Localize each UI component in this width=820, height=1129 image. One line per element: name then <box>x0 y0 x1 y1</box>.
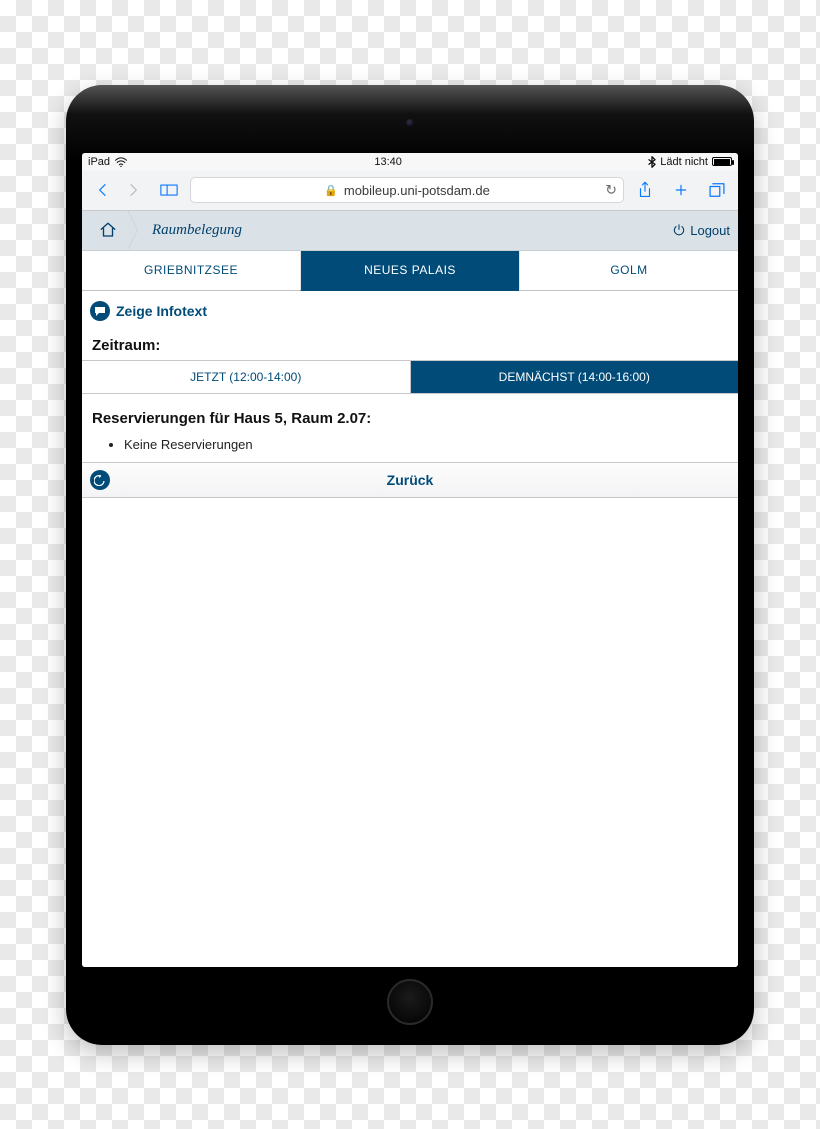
tab-griebnitzsee[interactable]: GRIEBNITZSEE <box>82 251 300 291</box>
forward-button[interactable] <box>118 175 148 205</box>
logout-button[interactable]: Logout <box>672 223 730 238</box>
reservations-section: Reservierungen für Haus 5, Raum 2.07: Ke… <box>82 394 738 462</box>
zeitraum-options: JETZT (12:00-14:00) DEMNÄCHST (14:00-16:… <box>82 360 738 394</box>
tabs-button[interactable] <box>702 175 732 205</box>
clock-label: 13:40 <box>374 156 402 168</box>
screen: iPad 13:40 Lädt nicht <box>82 153 738 967</box>
logout-label: Logout <box>690 223 730 238</box>
share-button[interactable] <box>630 175 660 205</box>
back-button[interactable] <box>88 175 118 205</box>
app-header: Raumbelegung Logout <box>82 211 738 251</box>
back-label: Zurück <box>387 472 434 488</box>
bookmarks-button[interactable] <box>154 175 184 205</box>
tab-golm[interactable]: GOLM <box>519 251 738 291</box>
wifi-icon <box>114 157 128 167</box>
show-infotext-button[interactable]: Zeige Infotext <box>90 299 730 329</box>
new-tab-button[interactable] <box>666 175 696 205</box>
breadcrumb-separator <box>128 210 138 250</box>
tab-label: GRIEBNITZSEE <box>144 263 238 277</box>
back-arrow-icon <box>90 470 110 490</box>
tab-label: NEUES PALAIS <box>364 263 456 277</box>
battery-status-label: Lädt nicht <box>660 156 708 168</box>
bluetooth-icon <box>648 156 656 168</box>
zeitraum-option-jetzt[interactable]: JETZT (12:00-14:00) <box>82 361 410 393</box>
campus-tabs: GRIEBNITZSEE NEUES PALAIS GOLM <box>82 251 738 291</box>
breadcrumb[interactable]: Raumbelegung <box>142 222 252 239</box>
reload-button[interactable]: ↻ <box>605 182 617 199</box>
option-label: DEMNÄCHST (14:00-16:00) <box>499 370 650 384</box>
battery-icon <box>712 157 732 166</box>
address-bar[interactable]: 🔒 mobileup.uni-potsdam.de ↻ <box>190 177 624 203</box>
tab-label: GOLM <box>610 263 647 277</box>
device-label: iPad <box>88 156 110 168</box>
reservations-heading: Reservierungen für Haus 5, Raum 2.07: <box>92 410 730 427</box>
list-item: Keine Reservierungen <box>124 437 730 452</box>
infotext-label: Zeige Infotext <box>116 303 207 319</box>
safari-toolbar: 🔒 mobileup.uni-potsdam.de ↻ <box>82 171 738 211</box>
tab-neues-palais[interactable]: NEUES PALAIS <box>300 251 519 291</box>
address-text: mobileup.uni-potsdam.de <box>344 183 490 198</box>
zeitraum-heading: Zeitraum: <box>92 337 730 354</box>
option-label: JETZT (12:00-14:00) <box>190 370 301 384</box>
home-button[interactable] <box>90 216 126 244</box>
info-icon <box>90 301 110 321</box>
reservations-list: Keine Reservierungen <box>90 433 730 462</box>
lock-icon: 🔒 <box>324 184 338 197</box>
tablet-frame: iPad 13:40 Lädt nicht <box>66 85 754 1045</box>
zeitraum-option-demnaechst[interactable]: DEMNÄCHST (14:00-16:00) <box>410 361 739 393</box>
ios-status-bar: iPad 13:40 Lädt nicht <box>82 153 738 171</box>
power-icon <box>672 223 686 237</box>
empty-area <box>82 498 738 967</box>
back-row-button[interactable]: Zurück <box>82 462 738 498</box>
content-area: Zeige Infotext Zeitraum: <box>82 291 738 360</box>
